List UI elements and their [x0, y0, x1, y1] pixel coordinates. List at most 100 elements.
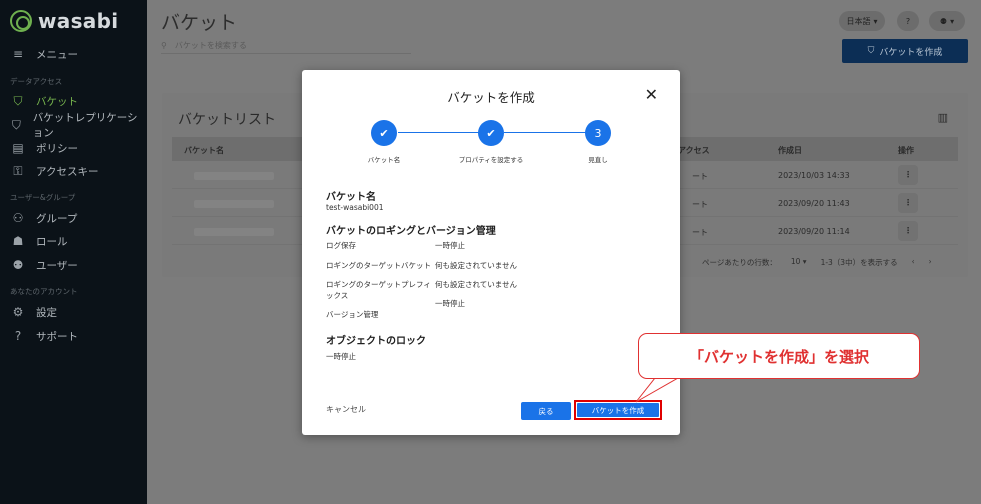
- rows-per-page-select[interactable]: 10 ▾: [791, 257, 807, 268]
- create-bucket-highlight: バケットを作成: [574, 400, 662, 420]
- field-key: ロギングのターゲットプレフィックス: [326, 280, 431, 300]
- bucket-name-placeholder: [194, 228, 274, 236]
- column-access[interactable]: アクセス: [678, 145, 710, 156]
- field-value: 一時停止: [435, 299, 465, 308]
- sidebar-item-label: バケット: [36, 95, 78, 108]
- field-key: ロギングのターゲットバケット: [326, 261, 431, 270]
- confirm-create-bucket-button[interactable]: バケットを作成: [577, 403, 659, 417]
- help-button[interactable]: ?: [897, 11, 919, 31]
- columns-icon[interactable]: ▥: [938, 111, 948, 124]
- sidebar-item-label: アクセスキー: [36, 165, 99, 178]
- next-page-icon[interactable]: ›: [929, 257, 932, 268]
- page-title: バケット: [161, 12, 238, 34]
- instruction-callout: 「バケットを作成」を選択: [638, 333, 920, 379]
- sidebar-item-access-keys[interactable]: ⚿ アクセスキー: [0, 160, 147, 182]
- column-actions: 操作: [898, 146, 914, 155]
- hamburger-icon: ≡: [12, 47, 24, 61]
- wasabi-logo-icon: [10, 10, 32, 32]
- sidebar-item-bucket-replication[interactable]: ⛉ バケットレプリケーション: [0, 112, 147, 139]
- chevron-down-icon: ▾: [950, 16, 955, 26]
- bucket-name-placeholder: [194, 172, 274, 180]
- row-access: ート: [692, 200, 708, 209]
- sidebar-item-label: サポート: [36, 330, 78, 343]
- step-2-check-icon[interactable]: ✔: [478, 120, 504, 146]
- bucket-icon: ⛉: [867, 46, 875, 56]
- sidebar-menu-toggle[interactable]: ≡ メニュー: [0, 43, 147, 65]
- more-vert-icon[interactable]: ⋮: [898, 193, 918, 213]
- sidebar-item-label: 設定: [36, 306, 57, 319]
- sidebar-item-label: ロール: [36, 235, 68, 248]
- sidebar-item-label: バケットレプリケーション: [32, 112, 138, 139]
- field-value: 何も設定されていません: [435, 261, 518, 270]
- sidebar-item-users[interactable]: ⚉ ユーザー: [0, 254, 147, 276]
- bucket-icon: ⛉: [13, 93, 23, 108]
- sidebar-item-label: ポリシー: [36, 142, 78, 155]
- bucket-list-title: バケットリスト: [178, 112, 276, 128]
- sidebar-item-label: ユーザー: [36, 259, 78, 272]
- brand-name: wasabi: [38, 9, 119, 33]
- account-icon: ⚉: [939, 16, 948, 26]
- user-icon: ⚉: [12, 258, 24, 272]
- cancel-button[interactable]: キャンセル: [326, 404, 366, 415]
- sidebar-section-account: あなたのアカウント: [10, 287, 78, 296]
- key-icon: ⚿: [13, 163, 23, 178]
- wasabi-logo[interactable]: wasabi: [10, 9, 118, 33]
- chevron-down-icon: ▾: [873, 16, 878, 26]
- gear-icon: ⚙: [12, 305, 24, 319]
- more-vert-icon[interactable]: ⋮: [898, 165, 918, 185]
- close-icon[interactable]: ✕: [645, 85, 658, 104]
- field-value: 一時停止: [435, 241, 465, 250]
- row-access: ート: [692, 172, 708, 181]
- search-icon: ⚲: [161, 41, 167, 50]
- create-bucket-label: バケットを作成: [879, 47, 943, 58]
- rows-per-page-label: ページあたりの行数：: [702, 258, 777, 267]
- bucket-search-input[interactable]: ⚲ バケットを検索する: [161, 38, 411, 54]
- group-icon: ⚇: [12, 211, 24, 225]
- create-bucket-button[interactable]: ⛉ バケットを作成: [842, 39, 968, 63]
- step-1-check-icon[interactable]: ✔: [371, 120, 397, 146]
- sidebar-section-users-groups: ユーザー&グループ: [10, 193, 76, 202]
- sidebar-menu-label: メニュー: [36, 48, 78, 61]
- bucket-name-value: test-wasabi001: [326, 203, 384, 212]
- help-circle-icon: ?: [905, 16, 911, 26]
- policy-icon: ▤: [12, 141, 24, 155]
- sidebar: wasabi ≡ メニュー データアクセス ⛉ バケット ⛉ バケットレプリケー…: [0, 0, 147, 504]
- step-3-indicator[interactable]: 3: [585, 120, 611, 146]
- row-date: 2023/09/20 11:14: [778, 227, 850, 236]
- language-label: 日本語: [846, 16, 871, 26]
- bucket-name-heading: バケット名: [326, 192, 376, 203]
- row-date: 2023/10/03 14:33: [778, 171, 850, 180]
- object-lock-heading: オブジェクトのロック: [326, 336, 426, 347]
- create-bucket-dialog: バケットを作成 ✕ ✔ ✔ 3 バケット名 プロパティを設定する 見直し バケッ…: [302, 70, 680, 435]
- replication-icon: ⛉: [11, 117, 21, 132]
- field-key: バージョン管理: [326, 310, 379, 319]
- sidebar-item-policies[interactable]: ▤ ポリシー: [0, 137, 147, 159]
- back-button[interactable]: 戻る: [521, 402, 571, 420]
- prev-page-icon[interactable]: ‹: [912, 257, 915, 268]
- search-placeholder: バケットを検索する: [174, 41, 247, 50]
- row-date: 2023/09/20 11:43: [778, 199, 850, 208]
- object-lock-value: 一時停止: [326, 352, 356, 361]
- sidebar-section-data-access: データアクセス: [10, 77, 63, 86]
- sidebar-item-groups[interactable]: ⚇ グループ: [0, 207, 147, 229]
- role-icon: ☗: [12, 234, 24, 248]
- account-menu[interactable]: ⚉ ▾: [929, 11, 965, 31]
- sidebar-item-label: グループ: [36, 212, 78, 225]
- column-bucket-name[interactable]: バケット名: [184, 145, 224, 156]
- step-3-label: 見直し: [588, 156, 608, 164]
- field-value: 何も設定されていません: [435, 280, 518, 289]
- sidebar-item-roles[interactable]: ☗ ロール: [0, 230, 147, 252]
- sidebar-item-buckets[interactable]: ⛉ バケット: [0, 90, 147, 112]
- step-2-label: プロパティを設定する: [458, 156, 524, 164]
- row-access: ート: [692, 228, 708, 237]
- dialog-title: バケットを作成: [447, 90, 535, 105]
- logging-heading: バケットのロギングとバージョン管理: [326, 226, 496, 237]
- field-key: ログ保存: [326, 241, 356, 250]
- sidebar-item-settings[interactable]: ⚙ 設定: [0, 301, 147, 323]
- step-1-label: バケット名: [367, 156, 401, 164]
- language-selector[interactable]: 日本語 ▾: [839, 11, 885, 31]
- pagination: ページあたりの行数： 10 ▾ 1-3（3中）を表示する ‹ ›: [702, 257, 932, 268]
- more-vert-icon[interactable]: ⋮: [898, 221, 918, 241]
- sidebar-item-support[interactable]: ? サポート: [0, 325, 147, 347]
- column-created[interactable]: 作成日: [778, 145, 802, 156]
